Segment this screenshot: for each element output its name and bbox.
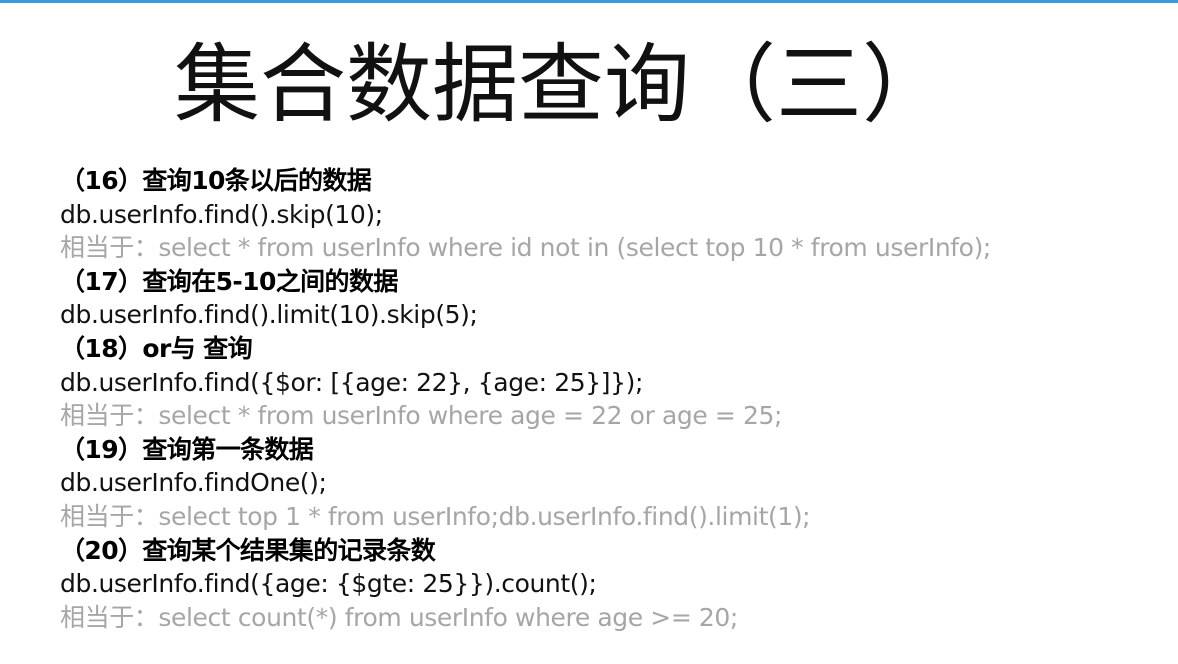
item-heading-19: （19）查询第一条数据	[60, 434, 314, 464]
item-heading-17: （17）查询在5-10之间的数据	[60, 266, 398, 296]
item-equivalent-19: 相当于：select top 1 * from userInfo;db.user…	[60, 501, 811, 531]
item-code-17: db.userInfo.find().limit(10).skip(5);	[60, 300, 478, 330]
item-equivalent-20: 相当于：select count(*) from userInfo where …	[60, 602, 738, 632]
item-heading-16: （16）查询10条以后的数据	[60, 166, 372, 195]
item-equivalent-18: 相当于：select * from userInfo where age = 2…	[60, 401, 783, 431]
item-equivalent-16: 相当于：select * from userInfo where id not …	[60, 233, 991, 263]
item-heading-18: （18）or与 查询	[60, 333, 253, 363]
item-code-19: db.userInfo.findOne();	[60, 468, 327, 498]
item-code-16: db.userInfo.find().skip(10);	[60, 199, 383, 229]
top-accent-rule	[0, 0, 1178, 3]
slide-title: 集合数据查询（三）	[174, 35, 948, 135]
item-heading-20: （20）查询某个结果集的记录条数	[60, 535, 436, 565]
item-code-18: db.userInfo.find({$or: [{age: 22}, {age:…	[60, 367, 643, 397]
item-code-20: db.userInfo.find({age: {$gte: 25}}).coun…	[60, 569, 597, 599]
slide-content: （16）查询10条以后的数据 db.userInfo.find().skip(1…	[60, 164, 1170, 634]
